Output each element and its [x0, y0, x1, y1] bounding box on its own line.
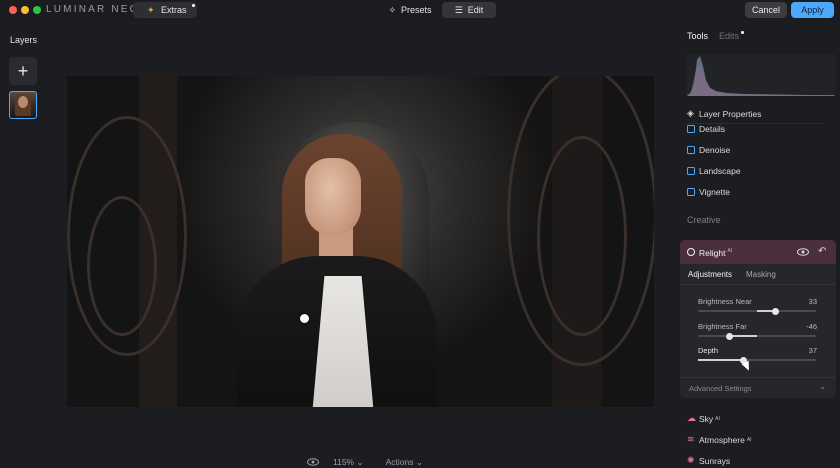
- tool-label: Sunrays: [699, 455, 731, 466]
- section-creative: Creative: [687, 215, 721, 225]
- chevron-down-icon[interactable]: ⌄: [819, 382, 826, 391]
- tool-label: Atmosphere: [699, 434, 745, 445]
- minimize-window-button[interactable]: [21, 6, 29, 14]
- tool-label: Vignette: [699, 187, 731, 197]
- tab-masking[interactable]: Masking: [746, 270, 776, 279]
- tool-landscape[interactable]: Landscape: [687, 166, 741, 176]
- divider: [680, 377, 836, 378]
- bottom-toolbar: 115% ⌄ Actions ⌄: [300, 456, 440, 468]
- brightness-near-slider[interactable]: [698, 307, 816, 315]
- layers-stack-icon: ◈: [687, 108, 694, 118]
- ai-badge: AI: [746, 436, 752, 443]
- ai-badge: AI: [727, 248, 733, 255]
- layer-thumbnail[interactable]: [9, 91, 37, 119]
- slider-label-brightness-far: Brightness Far: [698, 322, 747, 331]
- tab-edits[interactable]: Edits: [719, 31, 739, 41]
- relight-icon: [687, 248, 695, 256]
- advanced-settings-toggle[interactable]: Advanced Settings: [689, 384, 752, 393]
- histogram: [686, 54, 836, 96]
- apply-button[interactable]: Apply: [791, 2, 834, 18]
- relight-title: Relight AI: [699, 248, 732, 258]
- chevron-down-icon: ⌄: [356, 456, 364, 467]
- slider-handle[interactable]: [726, 332, 734, 340]
- presets-icon: ✧: [388, 4, 397, 15]
- plus-icon: +: [17, 60, 29, 81]
- extras-button[interactable]: ✦ Extras: [133, 2, 197, 18]
- slider-handle[interactable]: [772, 307, 780, 315]
- histogram-graph: [686, 56, 836, 96]
- tool-label: Denoise: [699, 145, 731, 155]
- edit-button[interactable]: ☰ Edit: [442, 2, 496, 18]
- extras-notification-dot: [192, 4, 195, 7]
- edits-notification-dot: [741, 31, 744, 34]
- tab-tools[interactable]: Tools: [687, 31, 708, 41]
- depth-slider[interactable]: [698, 356, 816, 364]
- landscape-icon: [687, 167, 695, 175]
- subject-face: [305, 158, 361, 236]
- tool-layer-properties[interactable]: ◈ Layer Properties: [687, 108, 761, 119]
- slider-label-brightness-near: Brightness Near: [698, 297, 752, 306]
- zoom-value: 115%: [333, 456, 355, 467]
- visibility-eye-icon[interactable]: [797, 248, 809, 256]
- actions-label: Actions: [385, 456, 414, 467]
- tool-label: Details: [699, 124, 725, 134]
- slider-value-brightness-far[interactable]: -46: [806, 322, 817, 331]
- presets-button[interactable]: ✧ Presets: [382, 2, 438, 18]
- eye-icon[interactable]: [307, 458, 319, 466]
- photo-canvas[interactable]: [67, 76, 654, 407]
- add-layer-button[interactable]: +: [9, 57, 37, 85]
- slider-value-brightness-near[interactable]: 33: [809, 297, 817, 306]
- tool-sky[interactable]: ☁ Sky AI: [687, 413, 720, 424]
- tab-adjustments[interactable]: Adjustments: [688, 270, 732, 279]
- thumbnail-face: [18, 96, 28, 108]
- app-logo: LUMINAR NEO: [46, 4, 140, 15]
- layers-title: Layers: [10, 35, 38, 45]
- brightness-far-slider[interactable]: [698, 332, 816, 340]
- presets-label: Presets: [401, 5, 432, 15]
- atmosphere-icon: ≋: [687, 434, 695, 444]
- slider-fill: [729, 335, 757, 337]
- tool-label: Sky: [699, 413, 714, 424]
- relight-panel: Relight AI ↶ Adjustments Masking Brightne…: [680, 240, 836, 398]
- slider-label-depth: Depth: [698, 346, 719, 355]
- cloud-icon: ☁: [687, 413, 696, 423]
- slider-fill: [698, 359, 744, 361]
- tool-vignette[interactable]: Vignette: [687, 187, 730, 197]
- tool-details[interactable]: Details: [687, 124, 725, 134]
- divider: [680, 284, 836, 285]
- ai-badge: AI: [715, 415, 720, 422]
- sun-icon: ✺: [687, 455, 695, 465]
- iron-gate-curve: [87, 196, 157, 336]
- chevron-down-icon: ⌄: [415, 456, 423, 467]
- relight-title-text: Relight: [699, 248, 726, 258]
- slider-value-depth[interactable]: 37: [809, 346, 817, 355]
- details-icon: [687, 125, 695, 133]
- extras-label: Extras: [161, 5, 187, 15]
- relight-header[interactable]: Relight AI ↶: [680, 240, 836, 264]
- tool-sunrays[interactable]: ✺ Sunrays: [687, 455, 730, 466]
- maximize-window-button[interactable]: [33, 6, 41, 14]
- vignette-icon: [687, 188, 695, 196]
- zoom-level[interactable]: 115% ⌄: [333, 457, 364, 468]
- reset-undo-icon[interactable]: ↶: [818, 246, 826, 257]
- tool-label: Layer Properties: [699, 108, 762, 119]
- edit-label: Edit: [467, 5, 484, 15]
- sliders-icon: ☰: [454, 4, 463, 15]
- tool-label: Landscape: [699, 166, 741, 176]
- close-window-button[interactable]: [9, 6, 17, 14]
- cancel-button[interactable]: Cancel: [745, 2, 787, 18]
- tool-atmosphere[interactable]: ≋ Atmosphere AI: [687, 434, 752, 445]
- puzzle-icon: ✦: [147, 4, 155, 15]
- iron-gate-curve: [537, 136, 627, 336]
- denoise-icon: [687, 146, 695, 154]
- tool-denoise[interactable]: Denoise: [687, 145, 730, 155]
- title-bar: LUMINAR NEO ✦ Extras ✧ Presets ☰ Edit Ca…: [0, 0, 840, 20]
- actions-menu[interactable]: Actions ⌄: [386, 457, 423, 468]
- relight-focus-point[interactable]: [300, 314, 309, 323]
